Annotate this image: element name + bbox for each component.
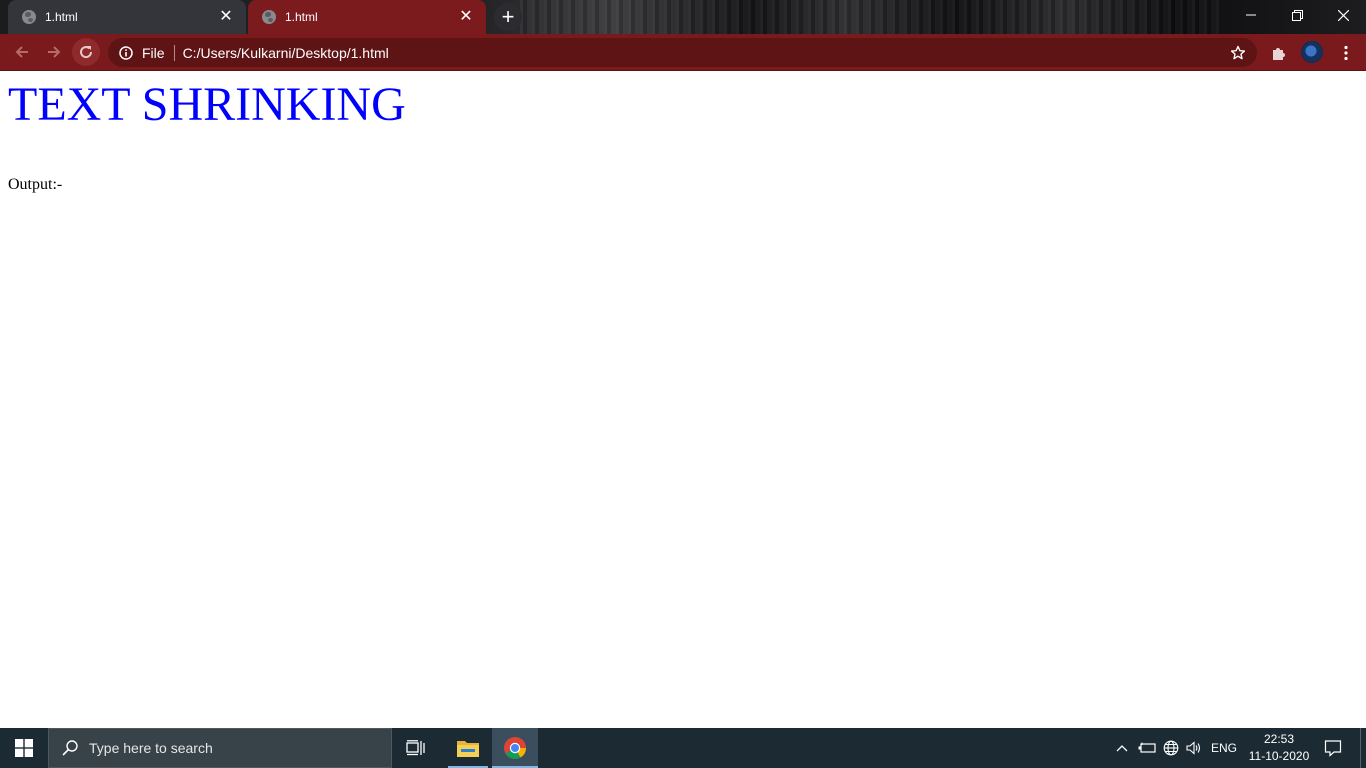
- notification-speech-bubble-icon: [1324, 740, 1342, 757]
- globe-favicon-icon: [22, 10, 36, 24]
- minimize-window-button[interactable]: [1228, 0, 1274, 30]
- new-tab-button[interactable]: +: [494, 3, 522, 31]
- back-button[interactable]: [8, 38, 36, 66]
- restore-window-button[interactable]: [1274, 0, 1320, 30]
- show-desktop-button[interactable]: [1360, 728, 1366, 768]
- web-page-viewport: TEXT SHRINKING Output:-: [0, 71, 1366, 728]
- taskbar-search-box[interactable]: Type here to search: [48, 728, 392, 768]
- address-divider: [173, 44, 175, 61]
- browser-toolbar: File C:/Users/Kulkarni/Desktop/1.html: [0, 34, 1366, 71]
- volume-speaker-icon[interactable]: [1184, 728, 1204, 768]
- close-window-button[interactable]: [1320, 0, 1366, 30]
- arrow-right-icon: [48, 46, 61, 58]
- address-bar[interactable]: File C:/Users/Kulkarni/Desktop/1.html: [108, 38, 1257, 67]
- start-button[interactable]: [0, 728, 48, 768]
- tab-title: 1.html: [285, 10, 318, 24]
- globe-favicon-icon: [262, 10, 276, 24]
- search-placeholder: Type here to search: [89, 740, 213, 756]
- more-menu-icon[interactable]: [1336, 43, 1356, 63]
- tab-title: 1.html: [45, 10, 78, 24]
- clock-time: 22:53: [1263, 732, 1295, 746]
- profile-avatar[interactable]: [1301, 41, 1323, 63]
- folder-icon: [457, 741, 479, 757]
- file-explorer-button[interactable]: [445, 728, 491, 768]
- restore-icon: [1291, 9, 1303, 21]
- taskbar-clock[interactable]: 22:53 11-10-2020: [1244, 728, 1314, 768]
- network-globe-icon[interactable]: [1161, 728, 1181, 768]
- tab-close-icon[interactable]: ✕: [458, 9, 474, 25]
- extensions-puzzle-icon[interactable]: [1269, 43, 1289, 63]
- site-info-icon[interactable]: [118, 45, 134, 61]
- scheme-label: File: [142, 44, 165, 61]
- chrome-logo-icon: [504, 737, 526, 759]
- forward-button[interactable]: [40, 38, 68, 66]
- input-language-indicator[interactable]: ENG: [1208, 728, 1240, 768]
- search-icon: [61, 739, 79, 757]
- chrome-taskbar-button[interactable]: [492, 728, 538, 768]
- browser-tab[interactable]: 1.html ✕: [8, 0, 246, 34]
- task-view-icon: [406, 740, 425, 756]
- browser-tab-strip: 1.html ✕ 1.html ✕ +: [0, 0, 1366, 34]
- reload-button[interactable]: [72, 38, 100, 66]
- task-view-button[interactable]: [393, 728, 439, 768]
- show-hidden-icons-chevron-icon[interactable]: [1112, 728, 1132, 768]
- arrow-left-icon: [15, 46, 28, 58]
- battery-icon[interactable]: [1136, 728, 1158, 768]
- tab-close-icon[interactable]: ✕: [218, 9, 234, 25]
- close-icon: [1337, 9, 1349, 21]
- page-heading: TEXT SHRINKING: [8, 78, 406, 131]
- url-text[interactable]: C:/Users/Kulkarni/Desktop/1.html: [183, 45, 1229, 61]
- clock-date: 11-10-2020: [1248, 749, 1310, 763]
- reload-icon: [80, 46, 93, 59]
- windows-logo-icon: [15, 739, 33, 757]
- minimize-icon: [1246, 14, 1256, 16]
- action-center-button[interactable]: [1318, 728, 1348, 768]
- output-label: Output:-: [8, 176, 63, 193]
- windows-taskbar: Type here to search ENG 22:53 11-10-2020: [0, 728, 1366, 768]
- bookmark-star-icon[interactable]: [1229, 44, 1247, 62]
- browser-tab-active[interactable]: 1.html ✕: [248, 0, 486, 34]
